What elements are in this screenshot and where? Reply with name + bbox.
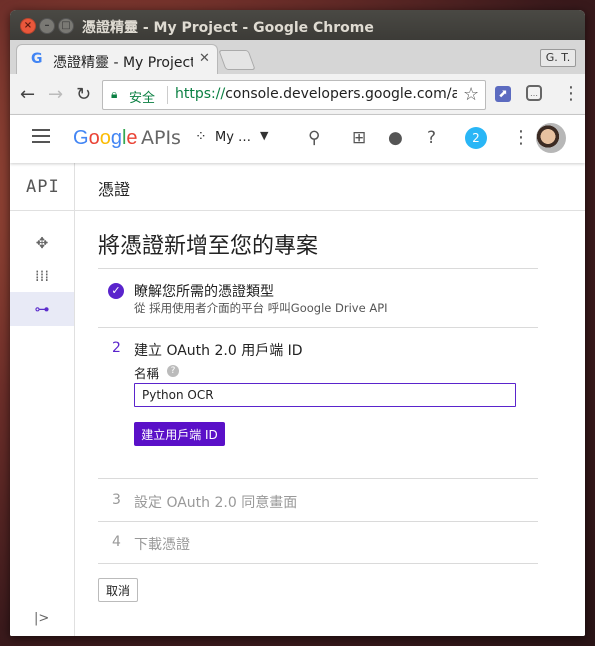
omnibox-separator [167,86,168,104]
forward-arrow-icon[interactable]: → [48,84,63,105]
step1-subtitle: 從 採用使用者介面的平台 呼叫Google Drive API [134,301,388,315]
close-icon: × [23,20,33,31]
minimize-icon: – [44,20,50,31]
reload-icon[interactable]: ↻ [76,84,91,105]
search-icon[interactable]: ⚲ [308,128,320,148]
sidebar-divider [10,210,74,211]
browser-tab[interactable]: G 憑證精靈 - My Project ✕ [16,44,218,75]
step-complete-check-icon: ✓ [108,283,124,299]
sidebar-item-dashboard[interactable]: ✥ [10,226,74,260]
sidebar-item-credentials[interactable]: ⊶ [10,292,74,326]
create-client-id-button[interactable]: 建立用戶端 ID [134,422,225,446]
google-logo[interactable]: Google [73,127,138,150]
chevron-down-icon[interactable]: ▼ [260,129,268,142]
tab-strip: G 憑證精靈 - My Project ✕ G. T. [10,40,585,75]
more-options-icon[interactable]: ⋮ [512,127,530,148]
window-maximize-button[interactable]: □ [58,18,74,34]
gift-icon[interactable]: ⊞ [352,128,366,148]
sidebar: API ✥ ⁞⁞⁞ ⊶ |> [10,163,75,636]
profile-badge[interactable]: G. T. [540,49,576,67]
extension-icon[interactable]: ⬈ [495,86,511,102]
expand-sidebar-icon[interactable]: |> [34,611,49,626]
avatar[interactable] [536,123,566,153]
chat-extension-icon[interactable]: … [526,85,542,101]
new-tab-button[interactable] [218,50,256,70]
tab-title: 憑證精靈 - My Project [53,55,193,71]
project-selector[interactable]: My … [215,130,251,145]
divider [98,327,538,328]
section-title: 憑證 [98,180,131,199]
step3-number: 3 [112,492,121,508]
chrome-menu-icon[interactable]: ⋮ [562,83,580,104]
url-host: console.developers.google.com/ap… [225,86,457,102]
secure-label: 安全 [129,91,156,106]
step3-title: 設定 OAuth 2.0 同意畫面 [134,495,298,511]
divider [98,478,538,479]
step1-title[interactable]: 瞭解您所需的憑證類型 [134,281,274,301]
step2-number: 2 [112,340,121,356]
step2-title: 建立 OAuth 2.0 用戶端 ID [134,343,303,359]
hamburger-menu-icon[interactable] [32,129,50,143]
divider [98,521,538,522]
tab-close-icon[interactable]: ✕ [199,51,210,66]
notification-badge[interactable]: 2 [465,127,487,149]
name-label: 名稱 [134,366,160,381]
url-scheme: https:// [175,86,226,102]
project-icon: ⁘ [195,129,207,145]
sidebar-item-library[interactable]: ⁞⁞⁞ [10,259,74,293]
window-close-button[interactable]: × [20,18,36,34]
url-text[interactable]: https://console.developers.google.com/ap… [175,86,457,102]
window-title: 憑證精靈 - My Project - Google Chrome [82,20,374,36]
divider [98,268,538,269]
alert-icon[interactable]: ● [388,128,403,148]
divider [98,563,538,564]
address-bar[interactable]: 🔒︎ 安全 https://console.developers.google.… [102,80,486,110]
bookmark-star-icon[interactable]: ☆ [463,84,479,105]
app-bar: Google APIs ⁘ My … ▼ ⚲ ⊞ ● ? 2 ⋮ [10,115,585,163]
lock-icon: 🔒︎ [111,87,118,101]
apis-label: APIs [141,127,181,149]
back-arrow-icon[interactable]: ← [20,84,35,105]
google-favicon-icon: G [31,51,43,67]
cancel-button[interactable]: 取消 [98,578,138,602]
page-content: Google APIs ⁘ My … ▼ ⚲ ⊞ ● ? 2 ⋮ API ✥ ⁞… [10,115,585,636]
help-icon[interactable]: ? [427,128,436,148]
step4-number: 4 [112,534,121,550]
page-title: 將憑證新增至您的專案 [98,234,319,259]
browser-window: × – □ 憑證精靈 - My Project - Google Chrome … [10,10,585,636]
name-field[interactable] [134,383,516,407]
maximize-icon: □ [61,20,71,31]
step4-title: 下載憑證 [134,537,190,553]
browser-toolbar: ← → ↻ 🔒︎ 安全 https://console.developers.g… [10,74,585,115]
title-bar: × – □ 憑證精靈 - My Project - Google Chrome [10,10,585,40]
content-header: 憑證 [74,163,585,211]
api-logo: API [26,177,60,197]
help-icon[interactable]: ? [167,365,179,377]
window-minimize-button[interactable]: – [39,18,55,34]
